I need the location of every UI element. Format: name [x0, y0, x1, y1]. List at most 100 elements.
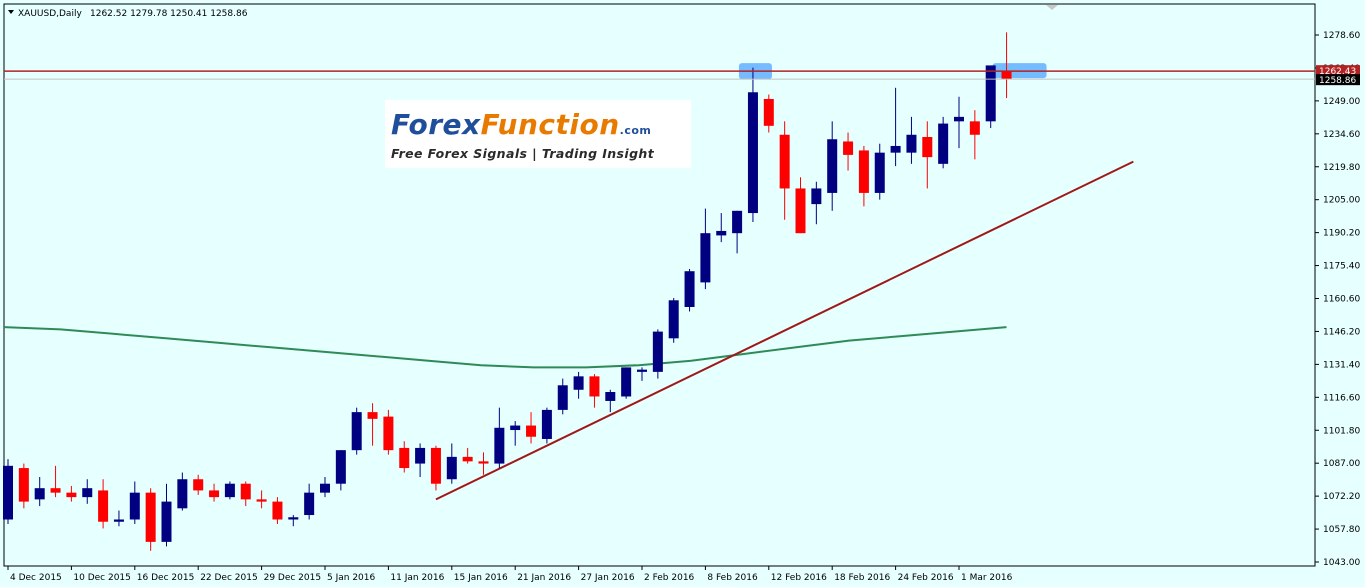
candle-body: [510, 425, 521, 431]
y-tick-label: 1190.20: [1323, 229, 1360, 239]
candle-body: [827, 139, 838, 193]
candle-body: [700, 233, 711, 283]
y-tick-label: 1278.60: [1323, 31, 1360, 41]
candle-body: [621, 367, 632, 397]
brand-suffix: .com: [619, 124, 652, 137]
candle-body: [3, 465, 13, 520]
ohlc-readout: 1262.52 1279.78 1250.41 1258.86: [90, 9, 248, 19]
candle-body: [763, 98, 774, 126]
brand-logo: ForexFunction.com Free Forex Signals | T…: [385, 100, 691, 168]
x-tick-label: 11 Jan 2016: [390, 573, 444, 583]
candle-body: [367, 412, 378, 419]
candle-body: [1001, 71, 1012, 80]
candle-body: [494, 427, 505, 464]
candle-body: [177, 479, 188, 509]
candle-body: [637, 369, 647, 372]
candle-body: [18, 468, 29, 502]
candle-body: [732, 210, 743, 234]
candle-body: [922, 137, 933, 158]
candle-body: [335, 450, 346, 484]
candle-body: [98, 490, 109, 522]
candle-body: [906, 134, 917, 153]
candle-body: [557, 385, 568, 410]
candle-body: [478, 461, 489, 464]
candle-body: [288, 517, 299, 520]
candle-body: [573, 376, 584, 390]
candle-body: [383, 416, 394, 451]
candle-body: [209, 490, 220, 498]
candle-body: [526, 425, 537, 437]
x-tick-label: 12 Feb 2016: [771, 573, 827, 583]
y-tick-label: 1072.20: [1323, 492, 1360, 502]
price-chart[interactable]: 1278.601263.401249.001234.601219.801205.…: [0, 0, 1365, 587]
candle-body: [874, 152, 885, 193]
x-tick-label: 5 Jan 2016: [327, 573, 375, 583]
x-tick-label: 18 Feb 2016: [834, 573, 890, 583]
candle-body: [747, 92, 758, 214]
y-tick-label: 1146.20: [1323, 327, 1360, 337]
y-axis: 1278.601263.401249.001234.601219.801205.…: [1315, 31, 1360, 568]
x-axis: 4 Dec 2015 10 Dec 2015 16 Dec 2015 22 Dec 2…: [7, 566, 1013, 583]
x-tick-label: 29 Dec 2015: [264, 573, 322, 583]
candle-body: [969, 121, 980, 135]
candle-body: [399, 447, 410, 469]
y-tick-label: 1175.40: [1323, 262, 1360, 272]
candle-body: [145, 492, 156, 542]
candle-body: [320, 483, 330, 493]
y-tick-label: 1160.60: [1323, 295, 1360, 305]
x-tick-label: 8 Feb 2016: [707, 573, 758, 583]
x-tick-label: 21 Jan 2016: [517, 573, 571, 583]
candle-body: [446, 456, 457, 480]
candle-body: [129, 492, 140, 520]
candle-body: [954, 116, 964, 122]
brand-name: ForexFunction.com: [391, 108, 651, 141]
y-tick-label: 1234.60: [1323, 130, 1360, 140]
candle-body: [66, 492, 77, 498]
candle-body: [256, 499, 267, 502]
x-tick-label: 2 Feb 2016: [644, 573, 695, 583]
candle-body: [82, 488, 93, 498]
candle-body: [430, 447, 441, 484]
candle-body: [684, 271, 695, 307]
candle-body: [240, 483, 251, 500]
candle-body: [193, 479, 204, 491]
x-tick-label: 16 Dec 2015: [137, 573, 195, 583]
candle-body: [985, 65, 996, 122]
candle-body: [589, 376, 600, 397]
candle-body: [272, 501, 283, 520]
y-tick-label: 1205.00: [1323, 196, 1360, 206]
y-tick-label: 1043.00: [1323, 558, 1360, 568]
x-tick-label: 10 Dec 2015: [73, 573, 130, 583]
candle-body: [779, 134, 790, 189]
candle-body: [224, 483, 235, 498]
y-tick-label: 1057.80: [1323, 525, 1360, 535]
x-tick-label: 24 Feb 2016: [898, 573, 954, 583]
candle-body: [415, 447, 426, 464]
candle-body: [50, 488, 61, 493]
candle-body: [34, 488, 45, 500]
candle-body: [858, 150, 869, 193]
candle-body: [795, 188, 806, 234]
candle-body: [668, 300, 679, 339]
x-tick-label: 4 Dec 2015: [10, 573, 62, 583]
candle-body: [716, 230, 727, 236]
symbol-title: XAUUSD,Daily: [18, 9, 82, 19]
candle-body: [161, 501, 172, 542]
brand-part2: Function: [480, 108, 620, 141]
brand-tagline: Free Forex Signals | Trading Insight: [391, 146, 655, 161]
y-tick-label: 1116.60: [1323, 393, 1360, 403]
chart-window: 1278.601263.401249.001234.601219.801205.…: [0, 0, 1365, 587]
y-tick-label: 1219.80: [1323, 163, 1360, 173]
candle-body: [541, 409, 552, 439]
y-tick-label: 1131.40: [1323, 360, 1360, 370]
candle-body: [113, 519, 124, 522]
candle-body: [652, 331, 663, 372]
x-tick-label: 1 Mar 2016: [961, 573, 1013, 583]
x-tick-label: 27 Jan 2016: [581, 573, 635, 583]
y-tick-label: 1101.80: [1323, 426, 1360, 436]
candle-body: [938, 123, 949, 164]
candle-body: [304, 492, 315, 516]
x-tick-label: 15 Jan 2016: [454, 573, 508, 583]
candle-body: [843, 141, 854, 155]
brand-part1: Forex: [391, 108, 481, 141]
